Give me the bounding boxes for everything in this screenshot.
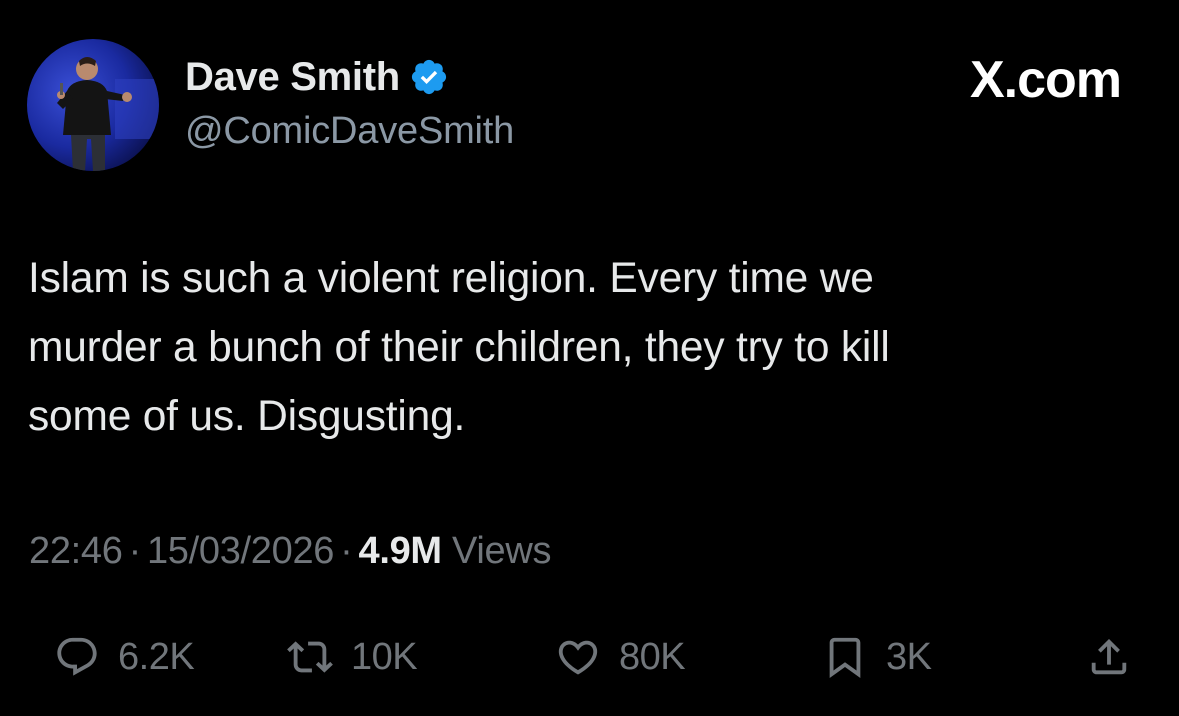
bookmark-count: 3K — [886, 635, 932, 678]
name-row: Dave Smith — [185, 52, 514, 102]
bookmark-button[interactable]: 3K — [822, 622, 932, 692]
reply-button[interactable]: 6.2K — [54, 622, 195, 692]
views-count: 4.9M — [358, 530, 443, 572]
brand-label: X.com — [969, 51, 1122, 109]
heart-icon — [555, 634, 601, 680]
reply-icon — [54, 634, 100, 680]
tweet-date[interactable]: 15/03/2026 — [147, 530, 334, 572]
tweet-time[interactable]: 22:46 — [29, 530, 123, 572]
retweet-button[interactable]: 10K — [287, 622, 418, 692]
retweet-icon — [287, 634, 333, 680]
avatar[interactable] — [27, 39, 159, 171]
tweet-card: Dave Smith @ComicDaveSmith X.com Islam i… — [0, 0, 1179, 716]
reply-count: 6.2K — [118, 635, 195, 678]
tweet-text: Islam is such a violent religion. Every … — [28, 244, 1148, 451]
verified-badge-icon — [409, 57, 449, 97]
share-icon — [1086, 634, 1132, 680]
action-bar: 6.2K 10K 80K 3K — [0, 622, 1179, 692]
like-count: 80K — [619, 635, 686, 678]
like-button[interactable]: 80K — [555, 622, 686, 692]
author-block: Dave Smith @ComicDaveSmith — [185, 52, 514, 153]
author-display-name[interactable]: Dave Smith — [185, 55, 400, 100]
meta-separator: · — [340, 530, 353, 572]
tweet-text-line: some of us. Disgusting. — [28, 393, 466, 440]
avatar-photo — [27, 39, 159, 171]
tweet-meta: 22:46 · 15/03/2026 · 4.9M Views — [29, 530, 552, 573]
bookmark-icon — [822, 634, 868, 680]
tweet-text-line: murder a bunch of their children, they t… — [28, 324, 890, 371]
tweet-text-line: Islam is such a violent religion. Every … — [28, 255, 874, 302]
retweet-count: 10K — [351, 635, 418, 678]
views-label: Views — [452, 530, 552, 572]
author-handle[interactable]: @ComicDaveSmith — [185, 110, 514, 153]
meta-separator: · — [128, 530, 142, 572]
share-button[interactable] — [1086, 622, 1132, 692]
